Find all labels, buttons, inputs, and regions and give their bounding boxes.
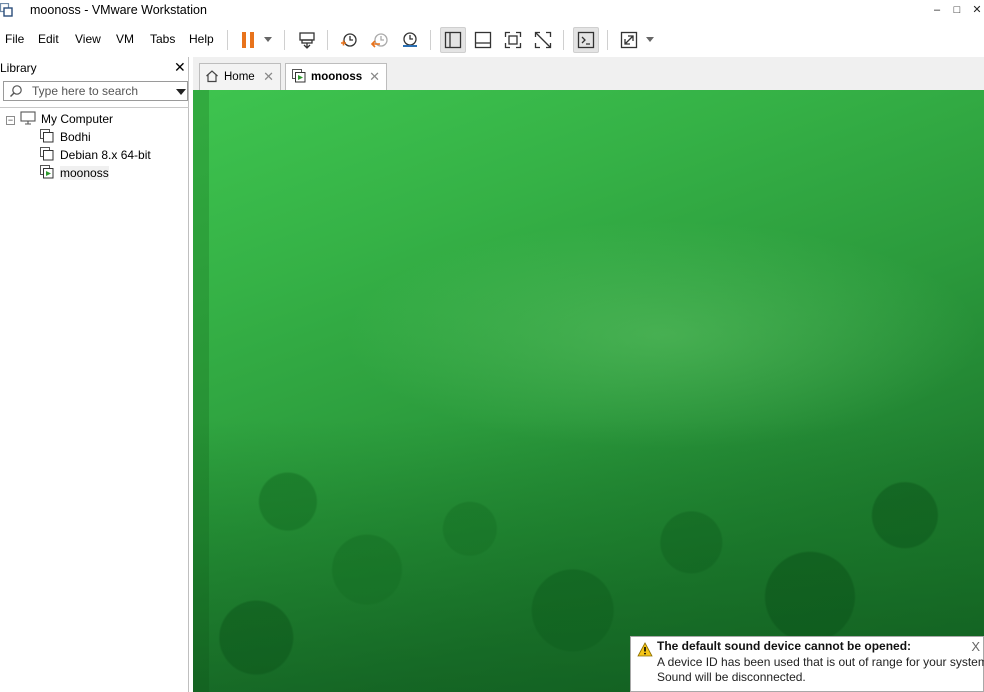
tab-moonoss[interactable]: moonoss ✕ (285, 63, 387, 90)
menu-vm[interactable]: VM (116, 32, 134, 46)
tree-item-debian[interactable]: Debian 8.x 64-bit (40, 146, 151, 164)
library-close-icon[interactable]: ✕ (174, 59, 186, 76)
thumbnail-bar-icon[interactable] (470, 27, 496, 53)
tree-item-moonoss[interactable]: moonoss (40, 164, 109, 182)
vmware-icon (0, 2, 13, 18)
tree-item-label: Debian 8.x 64-bit (60, 148, 151, 162)
maximize-button[interactable]: □ (946, 0, 968, 20)
menu-file[interactable]: File (5, 32, 24, 46)
minimize-button[interactable]: – (926, 0, 948, 20)
vm-running-icon (40, 164, 54, 182)
collapse-icon[interactable]: − (6, 116, 15, 125)
menu-tabs[interactable]: Tabs (150, 32, 175, 46)
tab-label: Home (224, 71, 255, 83)
menu-help[interactable]: Help (189, 32, 214, 46)
wallpaper-fog (343, 220, 983, 450)
notification-line: A device ID has been used that is out of… (657, 655, 984, 669)
tree-item-my-computer[interactable]: My Computer (20, 110, 113, 128)
close-tab-icon[interactable]: ✕ (263, 69, 274, 85)
library-pane: Library ✕ − My Computer Bodhi Debian 8.x… (0, 57, 189, 692)
toolbar-separator (607, 30, 608, 50)
sound-device-notification: The default sound device cannot be opene… (630, 636, 984, 692)
tab-label: moonoss (311, 71, 363, 83)
library-search[interactable] (3, 81, 188, 101)
tree-item-bodhi[interactable]: Bodhi (40, 128, 91, 146)
unity-icon[interactable] (530, 27, 556, 53)
vm-icon (40, 128, 54, 146)
library-title: Library (0, 61, 37, 75)
menu-view[interactable]: View (75, 32, 101, 46)
menu-toolbar: File Edit View VM Tabs Help (0, 24, 984, 56)
title-bar: moonoss - VMware Workstation – □ ✕ (0, 0, 984, 22)
toolbar-separator (563, 30, 564, 50)
warning-icon (637, 642, 653, 660)
toolbar-separator (327, 30, 328, 50)
snapshot-take-icon[interactable] (336, 27, 362, 53)
menu-edit[interactable]: Edit (38, 32, 59, 46)
pause-icon[interactable] (235, 27, 261, 53)
vm-icon (40, 146, 54, 164)
tree-item-label: moonoss (60, 166, 109, 180)
notification-title: The default sound device cannot be opene… (657, 639, 912, 653)
snapshot-revert-icon[interactable] (367, 27, 393, 53)
computer-icon (20, 110, 36, 128)
divider (0, 107, 189, 108)
full-screen-icon[interactable] (500, 27, 526, 53)
console-view-icon[interactable] (573, 27, 599, 53)
vm-running-icon (292, 68, 306, 86)
toolbar-separator (430, 30, 431, 50)
stretch-dropdown-icon[interactable] (646, 37, 654, 42)
show-library-icon[interactable] (440, 27, 466, 53)
close-tab-icon[interactable]: ✕ (369, 69, 380, 85)
vm-console-screen[interactable] (193, 90, 984, 692)
search-input[interactable] (32, 83, 167, 99)
snapshot-manager-icon[interactable] (397, 27, 423, 53)
power-dropdown-icon[interactable] (264, 37, 272, 42)
stretch-guest-icon[interactable] (616, 27, 642, 53)
notification-close-button[interactable]: X (971, 639, 980, 654)
notification-line: Sound will be disconnected. (657, 670, 806, 684)
tab-home[interactable]: Home ✕ (199, 63, 281, 90)
tab-strip: Home ✕ moonoss ✕ (193, 57, 984, 90)
close-window-button[interactable]: ✕ (966, 0, 984, 20)
search-icon (9, 84, 23, 101)
send-ctrl-alt-del-icon[interactable] (294, 27, 320, 53)
toolbar-separator (284, 30, 285, 50)
window-title: moonoss - VMware Workstation (30, 3, 207, 17)
search-dropdown-icon[interactable] (176, 89, 186, 95)
tree-item-label: My Computer (41, 112, 114, 126)
toolbar-separator (227, 30, 228, 50)
home-icon (205, 69, 219, 86)
tree-item-label: Bodhi (60, 130, 91, 144)
